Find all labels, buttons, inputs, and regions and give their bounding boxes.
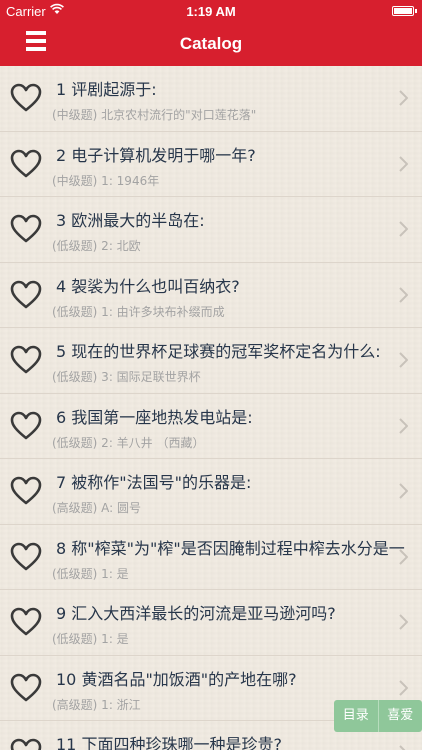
chevron-right-icon <box>399 548 408 565</box>
question-text: 11 下面四种珍珠哪一种是珍贵? <box>56 735 282 750</box>
chevron-right-icon <box>399 221 408 237</box>
answer-text: (低级题) 3: 国际足联世界杯 <box>52 370 201 384</box>
heart-icon[interactable] <box>10 83 42 113</box>
list-item[interactable]: 7 被称作"法国号"的乐器是: (高级题) A: 圆号 <box>0 459 422 525</box>
answer-text: (低级题) 1: 是 <box>52 566 129 581</box>
floating-button-group: 目录 喜爱 <box>334 700 422 732</box>
heart-icon[interactable] <box>10 280 42 310</box>
list-item[interactable]: 5 现在的世界杯足球赛的冠军奖杯定名为什么: (低级题) 3: 国际足联世界杯 <box>0 328 422 394</box>
chevron-right-icon <box>399 90 408 106</box>
question-text: 7 被称作"法国号"的乐器是: <box>56 473 252 492</box>
heart-icon[interactable] <box>10 149 42 179</box>
list-item[interactable]: 8 称"榨菜"为"榨"是否因腌制过程中榨去水分是一 (低级题) 1: 是 <box>0 525 422 590</box>
question-text: 10 黄酒名品"加饭酒"的产地在哪? <box>56 669 297 689</box>
heart-icon[interactable] <box>10 476 42 506</box>
chevron-right-icon <box>399 483 408 499</box>
question-text: 3 欧洲最大的半岛在: <box>56 211 205 230</box>
answer-text: (高级题) A: 圆号 <box>52 501 142 515</box>
list-item[interactable]: 9 汇入大西洋最长的河流是亚马逊河吗? (低级题) 1: 是 <box>0 590 422 656</box>
battery-icon <box>392 6 417 16</box>
list-item[interactable]: 1 评剧起源于: (中级题) 北京农村流行的"对口莲花落" <box>0 66 422 132</box>
catalog-button[interactable]: 目录 <box>334 700 378 732</box>
chevron-right-icon <box>399 745 406 750</box>
answer-text: (低级题) 1: 是 <box>52 632 129 646</box>
chevron-right-icon <box>399 614 408 630</box>
answer-text: (低级题) 1: 由许多块布补缀而成 <box>52 304 225 319</box>
question-text: 2 电子计算机发明于哪一年? <box>56 145 256 165</box>
answer-text: (低级题) 2: 北欧 <box>52 239 141 253</box>
nav-bar: Catalog <box>0 22 422 66</box>
favorites-button[interactable]: 喜爱 <box>377 700 422 732</box>
question-text: 1 评剧起源于: <box>56 80 157 99</box>
question-list[interactable]: 1 评剧起源于: (中级题) 北京农村流行的"对口莲花落" 2 电子计算机发明于哪一… <box>0 66 422 750</box>
heart-icon[interactable] <box>10 214 42 244</box>
question-text: 9 汇入大西洋最长的河流是亚马逊河吗? <box>56 604 336 623</box>
answer-text: (低级题) 2: 羊八井 （西藏） <box>52 435 205 450</box>
chevron-right-icon <box>399 286 408 303</box>
question-text: 6 我国第一座地热发电站是: <box>56 407 253 427</box>
chevron-right-icon <box>399 679 408 696</box>
answer-text: (中级题) 北京农村流行的"对口莲花落" <box>52 108 257 122</box>
heart-icon[interactable] <box>10 411 42 441</box>
heart-icon[interactable] <box>10 345 42 375</box>
heart-icon[interactable] <box>10 607 42 637</box>
status-time: 1:19 AM <box>186 4 236 19</box>
list-item[interactable]: 6 我国第一座地热发电站是: (低级题) 2: 羊八井 （西藏） <box>0 394 422 459</box>
status-bar: Carrier 1:19 AM <box>0 0 422 22</box>
question-text: 5 现在的世界杯足球赛的冠军奖杯定名为什么: <box>56 342 381 361</box>
list-item[interactable]: 3 欧洲最大的半岛在: (低级题) 2: 北欧 <box>0 197 422 263</box>
heart-icon[interactable] <box>10 673 42 703</box>
heart-icon[interactable] <box>10 738 42 750</box>
question-text: 8 称"榨菜"为"榨"是否因腌制过程中榨去水分是一 <box>56 538 405 558</box>
chevron-right-icon <box>399 417 408 434</box>
heart-icon[interactable] <box>10 542 42 572</box>
list-item[interactable]: 4 袈裟为什么也叫百纳衣? (低级题) 1: 由许多块布补缀而成 <box>0 263 422 328</box>
answer-text: (中级题) 1: 1946年 <box>52 173 160 188</box>
chevron-right-icon <box>399 352 408 368</box>
answer-text: (高级题) 1: 浙江 <box>52 697 141 712</box>
page-title: Catalog <box>179 34 243 53</box>
list-item[interactable]: 2 电子计算机发明于哪一年? (中级题) 1: 1946年 <box>0 132 422 197</box>
chevron-right-icon <box>399 155 408 172</box>
question-text: 4 袈裟为什么也叫百纳衣? <box>56 276 240 296</box>
